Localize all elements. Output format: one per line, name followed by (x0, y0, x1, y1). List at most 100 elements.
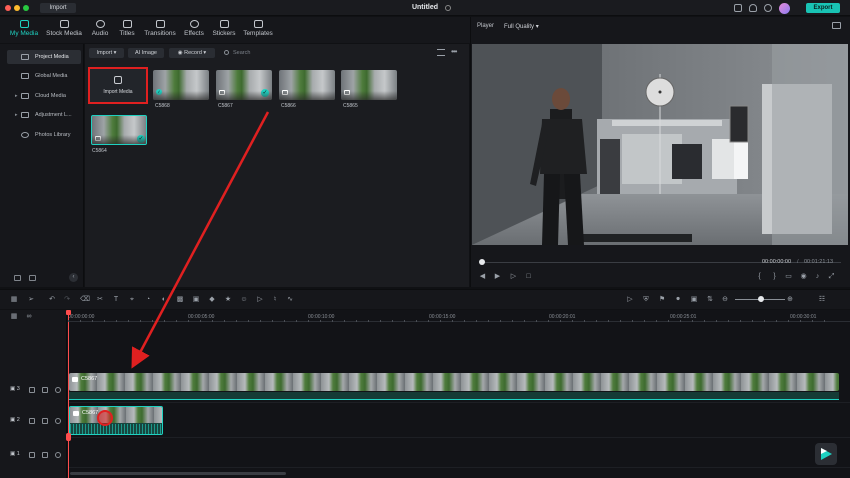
sidebar-item-global-media[interactable]: Global Media (7, 69, 81, 83)
media-thumbnail[interactable]: ✓ (153, 70, 209, 100)
cloud-icon[interactable] (749, 4, 757, 12)
sidebar-item-photos-library[interactable]: Photos Library (7, 128, 81, 142)
tab-titles[interactable]: Titles (115, 20, 139, 42)
tab-my-media[interactable]: My Media (8, 20, 40, 42)
mic-icon[interactable]: ⚫ (674, 296, 682, 304)
lock-icon[interactable] (29, 418, 35, 424)
gear-icon[interactable] (764, 4, 772, 12)
color-icon[interactable]: ▩ (176, 296, 184, 304)
timeline-clip-selected[interactable]: C5867 (69, 406, 163, 435)
text-tool-icon[interactable]: T (112, 296, 120, 304)
timeline-ruler[interactable]: 00:00:00:00 00:00:05:00 00:00:10:00 00:0… (68, 310, 850, 322)
record-dropdown-button[interactable]: ◉ Record ▾ (169, 48, 215, 58)
sidebar-item-adjustment-layer[interactable]: ▸ Adjustment L... (7, 108, 81, 122)
render-icon[interactable]: ▷ (626, 296, 634, 304)
media-thumbnail[interactable] (279, 70, 335, 100)
clip-audio-waveform[interactable] (69, 392, 839, 400)
shield-icon[interactable]: ⛨ (642, 296, 650, 304)
chevron-right-icon[interactable]: ▸ (15, 89, 18, 103)
playhead[interactable] (68, 310, 69, 478)
link-icon[interactable]: ∞ (25, 313, 33, 321)
play-icon[interactable]: ▷ (510, 273, 517, 280)
export-clip-icon[interactable]: ▷ (256, 296, 264, 304)
split-icon[interactable]: ✂ (96, 296, 104, 304)
grid-icon[interactable]: ☷ (818, 296, 826, 304)
import-media-tile[interactable]: Import Media (88, 67, 148, 104)
snap-icon[interactable]: ⇅ (706, 296, 714, 304)
sidebar-item-cloud-media[interactable]: ▸ Cloud Media (7, 89, 81, 103)
sidebar-item-project-media[interactable]: Project Media (7, 50, 81, 64)
add-track-icon[interactable]: ▦ (10, 313, 18, 321)
eye-icon[interactable] (55, 418, 61, 424)
crop-icon[interactable]: ⌖ (128, 296, 136, 304)
tab-stickers[interactable]: Stickers (210, 20, 238, 42)
chevron-right-icon[interactable]: ▸ (15, 108, 18, 122)
delete-icon[interactable]: ⌫ (80, 296, 90, 304)
zoom-slider-handle[interactable] (758, 296, 764, 302)
eye-icon[interactable] (55, 387, 61, 393)
new-folder-icon[interactable] (14, 275, 21, 281)
redo-icon[interactable]: ↷ (63, 296, 71, 304)
eye-icon[interactable] (55, 452, 61, 458)
ai-image-button[interactable]: AI Image (128, 48, 164, 58)
playback-scrubber[interactable] (479, 259, 485, 265)
track-row-1[interactable] (68, 438, 850, 468)
speed-icon[interactable]: ◔ (144, 296, 152, 304)
playhead-handle[interactable] (66, 310, 71, 315)
sticker-tool-icon[interactable]: ☺ (240, 296, 248, 304)
mask-icon[interactable]: ◐ (160, 296, 168, 304)
playhead-marker[interactable] (66, 433, 71, 441)
monitor-icon[interactable] (734, 4, 742, 12)
media-thumbnail[interactable] (341, 70, 397, 100)
mark-out-icon[interactable]: } (771, 273, 778, 280)
snapshot-icon[interactable] (832, 22, 841, 29)
tab-effects[interactable]: Effects (181, 20, 207, 42)
lock-icon[interactable] (29, 452, 35, 458)
tab-stock-media[interactable]: Stock Media (44, 20, 84, 42)
previous-frame-icon[interactable]: ◀ (479, 273, 486, 280)
audio-wave-icon[interactable]: ∿ (286, 296, 294, 304)
media-thumbnail[interactable]: ✓ (216, 70, 272, 100)
tab-transitions[interactable]: Transitions (142, 20, 178, 42)
volume-icon[interactable] (42, 418, 48, 424)
more-icon[interactable]: ••• (451, 47, 457, 56)
voiceover-icon[interactable]: ▣ (690, 296, 698, 304)
timeline-clip[interactable]: C5867 (69, 373, 839, 391)
collapse-sidebar-icon[interactable]: ‹ (69, 273, 78, 282)
window-zoom-button[interactable] (23, 5, 29, 11)
lock-icon[interactable] (29, 387, 35, 393)
fullscreen-icon[interactable]: ⤢ (828, 273, 835, 280)
select-tool-icon[interactable]: ➢ (27, 296, 35, 304)
display-icon[interactable]: ▭ (785, 273, 792, 280)
undo-icon[interactable]: ↶ (48, 296, 56, 304)
export-button[interactable]: Export (806, 3, 840, 13)
window-close-button[interactable] (5, 5, 11, 11)
track-row-2[interactable] (68, 403, 850, 438)
zoom-in-icon[interactable]: ⊕ (786, 296, 794, 304)
volume-icon[interactable]: ♪ (814, 273, 821, 280)
audio-sync-icon[interactable]: ♮ (271, 296, 279, 304)
tab-templates[interactable]: Templates (241, 20, 275, 42)
mark-in-icon[interactable]: { (756, 273, 763, 280)
stop-icon[interactable]: □ (525, 273, 532, 280)
folder-icon[interactable] (29, 275, 36, 281)
quality-dropdown[interactable]: Full Quality ▾ (504, 23, 539, 30)
play-back-icon[interactable]: ▶ (494, 273, 501, 280)
filter-icon[interactable] (437, 49, 445, 56)
avatar[interactable] (779, 3, 790, 14)
zoom-out-icon[interactable]: ⊖ (721, 296, 729, 304)
timeline-scrollbar[interactable] (70, 472, 286, 475)
window-minimize-button[interactable] (14, 5, 20, 11)
media-thumbnail[interactable]: ✓ (91, 115, 147, 145)
ai-icon[interactable]: ★ (224, 296, 232, 304)
transform-icon[interactable]: ▣ (192, 296, 200, 304)
camera-icon[interactable]: ◉ (800, 273, 807, 280)
video-preview[interactable] (472, 44, 848, 245)
volume-icon[interactable] (42, 452, 48, 458)
marker-icon[interactable]: ⚑ (658, 296, 666, 304)
import-dropdown-button[interactable]: Import ▾ (89, 48, 124, 58)
volume-icon[interactable] (42, 387, 48, 393)
tab-audio[interactable]: Audio (88, 20, 112, 42)
keyframe-icon[interactable]: ◆ (208, 296, 216, 304)
layout-icon[interactable]: ▦ (10, 296, 18, 304)
